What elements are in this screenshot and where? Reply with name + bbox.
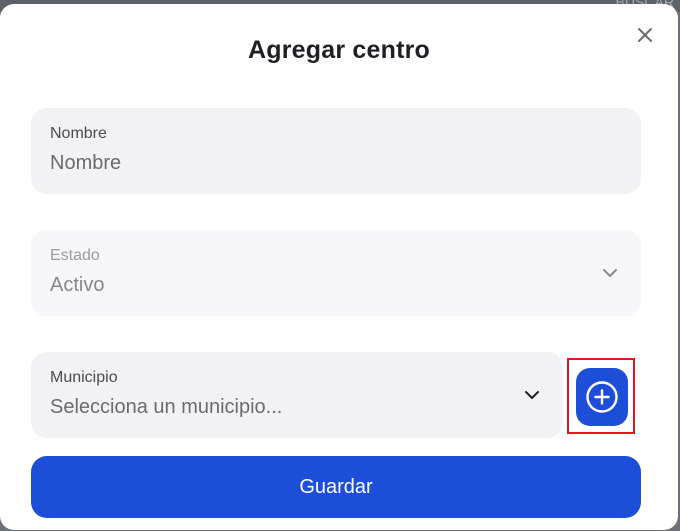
save-button[interactable]: Guardar	[31, 456, 641, 518]
nombre-input[interactable]	[50, 152, 610, 175]
chevron-down-icon	[525, 391, 539, 399]
chevron-down-icon	[603, 269, 617, 277]
estado-label: Estado	[50, 247, 100, 264]
nombre-label: Nombre	[50, 125, 107, 142]
estado-select: Estado Activo	[31, 230, 641, 316]
plus-circle-icon	[586, 381, 618, 413]
add-municipio-highlight	[567, 358, 635, 434]
close-button[interactable]	[634, 24, 656, 46]
modal-title: Agregar centro	[247, 36, 430, 64]
add-municipio-button[interactable]	[576, 368, 628, 426]
municipio-select[interactable]: Municipio Selecciona un municipio...	[31, 352, 563, 438]
add-center-modal: Agregar centro Nombre Estado Activo Muni…	[0, 4, 678, 530]
estado-value: Activo	[50, 274, 105, 296]
nombre-field[interactable]: Nombre	[31, 108, 641, 194]
close-icon	[638, 28, 652, 42]
municipio-label: Municipio	[50, 369, 118, 386]
municipio-placeholder: Selecciona un municipio...	[50, 396, 283, 418]
